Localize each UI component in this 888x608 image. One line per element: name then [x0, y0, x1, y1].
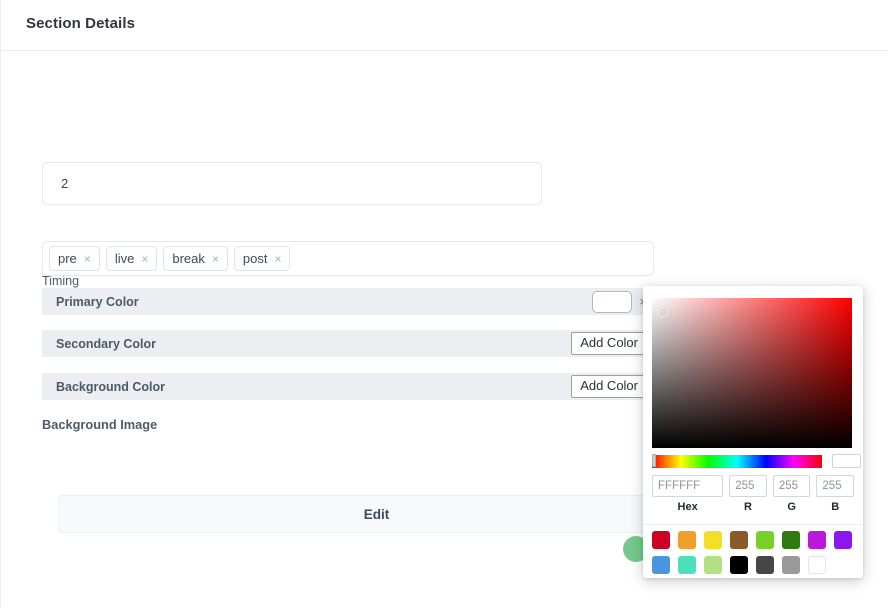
color-value-inputs: FFFFFF Hex 255 R 255 G 255 B [652, 475, 854, 519]
secondary-color-label: Secondary Color [56, 336, 157, 351]
saturation-value-area[interactable] [652, 298, 852, 448]
color-preset-swatch[interactable] [704, 531, 722, 549]
background-image-label: Background Image [42, 417, 158, 432]
red-input-group: 255 R [729, 475, 767, 519]
remove-tag-icon[interactable]: × [84, 253, 91, 265]
add-secondary-color-button[interactable]: Add Color [571, 332, 647, 355]
red-input-label: R [744, 501, 752, 513]
color-preset-swatch[interactable] [652, 556, 670, 574]
blue-input-group: 255 B [816, 475, 854, 519]
color-preset-swatch[interactable] [808, 556, 826, 574]
panel-header: Section Details [1, 0, 888, 51]
color-preview-swatch [832, 454, 861, 468]
color-preset-grid [652, 531, 854, 574]
green-input-group: 255 G [772, 475, 811, 519]
remove-tag-icon[interactable]: × [274, 253, 281, 265]
color-preset-swatch[interactable] [808, 531, 826, 549]
saturation-pointer-handle[interactable] [660, 309, 667, 316]
color-preset-swatch[interactable] [782, 531, 800, 549]
color-preset-swatch[interactable] [756, 531, 774, 549]
hex-input-group: FFFFFF Hex [652, 475, 724, 519]
remove-tag-icon[interactable]: × [141, 253, 148, 265]
page-title: Section Details [26, 15, 136, 32]
order-input[interactable]: 2 [42, 162, 542, 205]
color-preset-swatch[interactable] [756, 556, 774, 574]
blue-input-label: B [831, 501, 840, 513]
color-preset-swatch[interactable] [678, 531, 696, 549]
blue-input[interactable]: 255 [816, 475, 854, 497]
hex-input-label: Hex [677, 501, 698, 513]
timing-tag[interactable]: break × [163, 246, 228, 271]
color-preset-swatch[interactable] [730, 556, 748, 574]
timing-tag-label: post [242, 251, 268, 266]
edit-background-image-button[interactable]: Edit [58, 495, 695, 533]
order-input-value: 2 [61, 176, 69, 191]
primary-color-controls: × [592, 290, 647, 313]
hue-slider[interactable] [652, 454, 822, 468]
background-color-label: Background Color [56, 379, 166, 394]
green-input-label: G [787, 501, 796, 513]
section-details-panel: Section Details Order 2 Timing pre × liv… [0, 0, 888, 608]
hue-slider-handle[interactable] [652, 454, 656, 467]
timing-tag[interactable]: pre × [49, 246, 100, 271]
timing-tag-input[interactable]: pre × live × break × post × [42, 241, 654, 276]
picker-divider [643, 524, 863, 525]
timing-tag-label: live [114, 251, 135, 266]
color-picker-popover[interactable]: FFFFFF Hex 255 R 255 G 255 B [643, 286, 863, 578]
timing-tag[interactable]: live × [105, 246, 158, 271]
color-preset-swatch[interactable] [652, 531, 670, 549]
timing-tag-label: break [172, 251, 205, 266]
hex-input[interactable]: FFFFFF [652, 475, 724, 497]
background-color-controls: Add Color [571, 375, 647, 398]
color-preset-swatch[interactable] [730, 531, 748, 549]
green-input[interactable]: 255 [772, 475, 811, 497]
add-background-color-button[interactable]: Add Color [571, 375, 647, 398]
color-preset-swatch[interactable] [704, 556, 722, 574]
background-color-row: Background Color Add Color [42, 373, 654, 400]
remove-tag-icon[interactable]: × [212, 253, 219, 265]
primary-color-swatch[interactable] [592, 290, 633, 313]
secondary-color-controls: Add Color [571, 332, 647, 355]
timing-tag[interactable]: post × [233, 246, 291, 271]
hue-row [652, 454, 861, 469]
primary-color-row: Primary Color × [42, 288, 654, 315]
secondary-color-row: Secondary Color Add Color [42, 330, 654, 357]
color-preset-swatch[interactable] [782, 556, 800, 574]
color-preset-swatch[interactable] [678, 556, 696, 574]
timing-label: Timing [42, 274, 80, 288]
color-preset-swatch[interactable] [834, 531, 852, 549]
red-input[interactable]: 255 [729, 475, 767, 497]
timing-tag-label: pre [58, 251, 77, 266]
primary-color-label: Primary Color [56, 294, 139, 309]
